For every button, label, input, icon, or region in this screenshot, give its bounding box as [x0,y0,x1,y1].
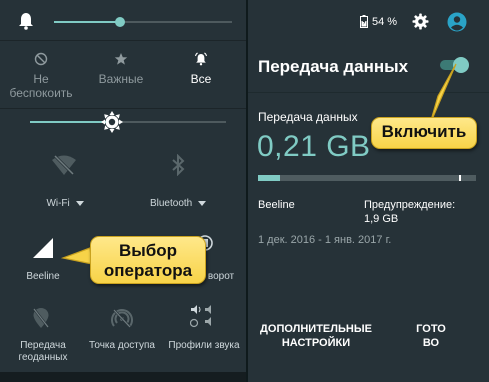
callout-carrier-select: Выбор оператора [90,236,206,284]
callout-carrier-select-text: Выбор оператора [103,241,193,280]
callout-enable: Включить [371,117,477,149]
callout-enable-text: Включить [381,122,467,141]
